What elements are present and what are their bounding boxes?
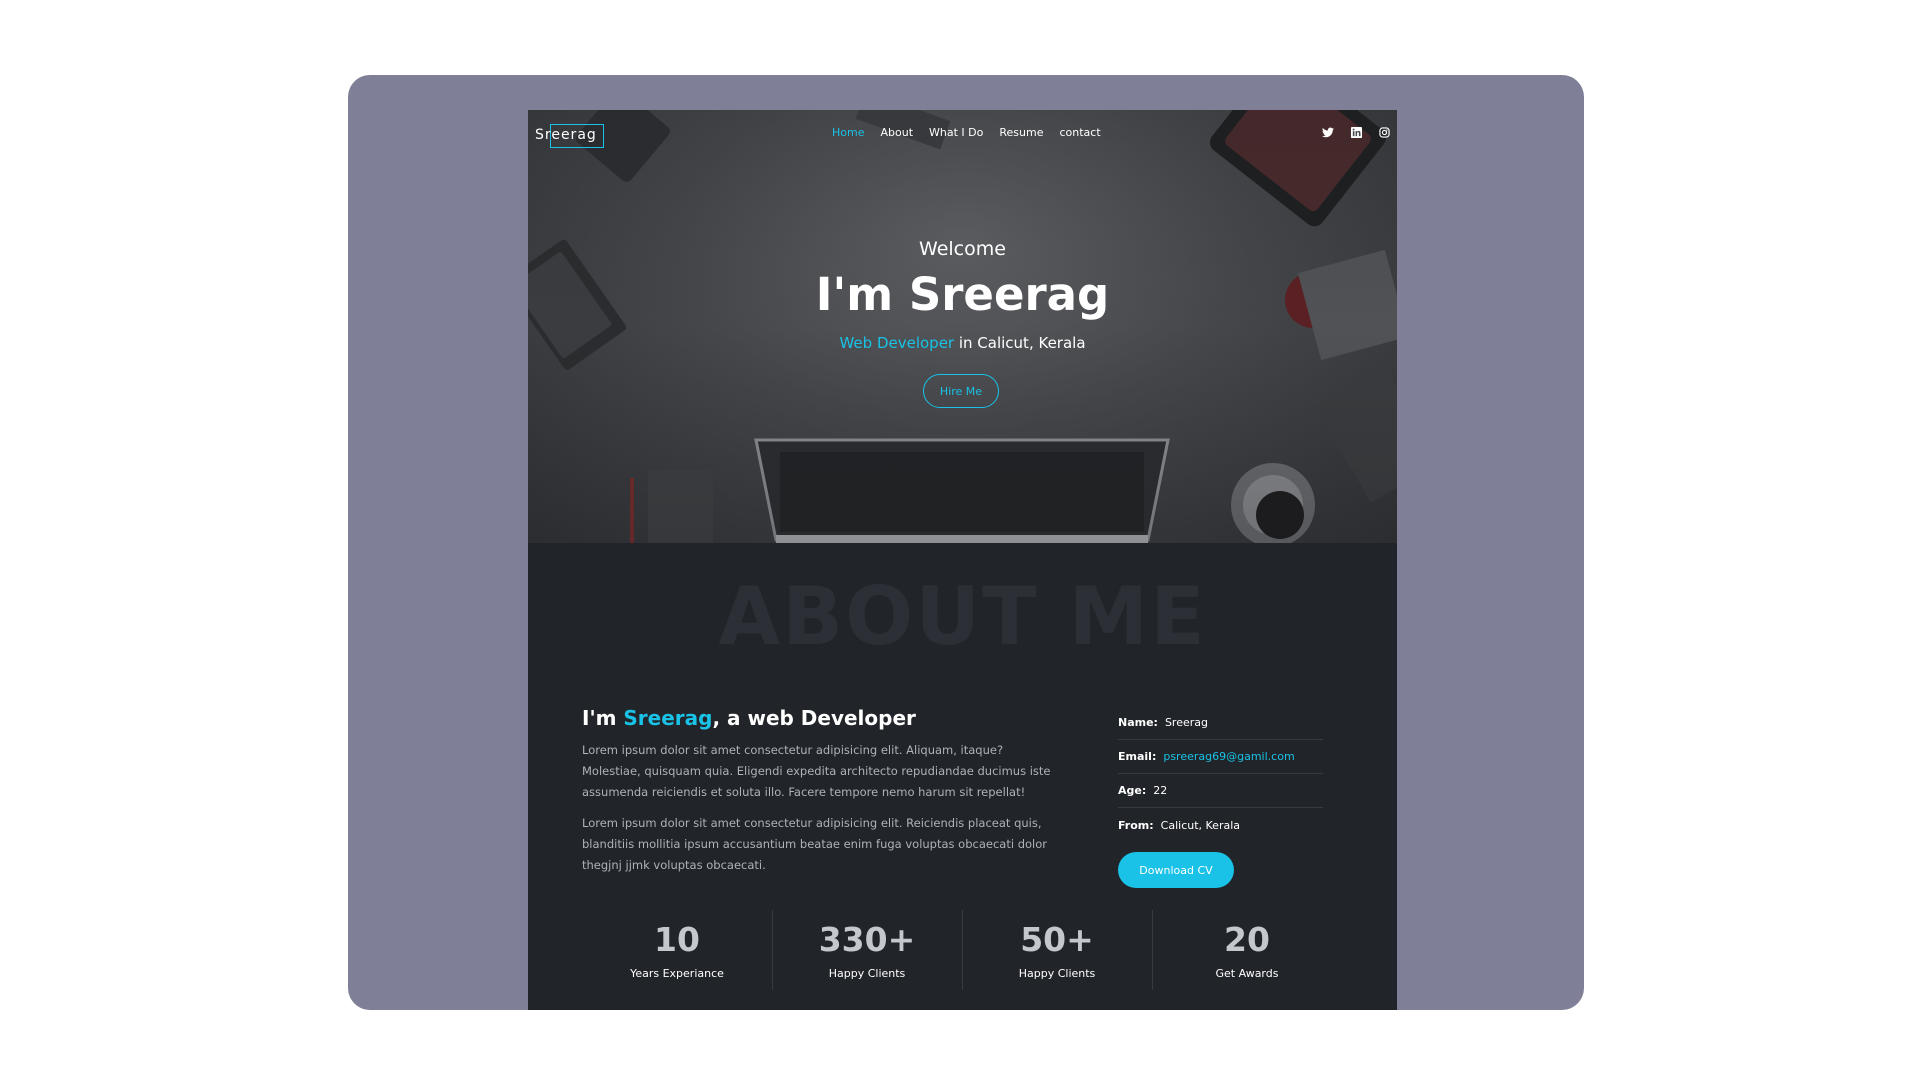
hero-welcome: Welcome	[919, 238, 1006, 260]
nav-about[interactable]: About	[880, 126, 913, 139]
nav-contact[interactable]: contact	[1059, 126, 1100, 139]
info-row-name: Name: Sreerag	[1118, 706, 1323, 740]
download-cv-button[interactable]: Download CV	[1118, 852, 1234, 888]
stats-row: 10 Years Experiance 330+ Happy Clients 5…	[582, 910, 1342, 990]
personal-info: Name: Sreerag Email: psreerag69@gamil.co…	[1118, 706, 1323, 842]
about-heading: I'm Sreerag, a web Developer	[582, 706, 916, 730]
nav-resume[interactable]: Resume	[999, 126, 1043, 139]
hero-section: Sreerag Home About What I Do Resume cont…	[528, 110, 1397, 543]
about-heading-prefix: I'm	[582, 706, 624, 730]
about-paragraph-2: Lorem ipsum dolor sit amet consectetur a…	[582, 816, 1047, 872]
stat-item: 50+ Happy Clients	[962, 910, 1152, 990]
hero-overlay	[528, 110, 1397, 543]
info-label: Name:	[1118, 716, 1158, 729]
hero-location: in Calicut, Kerala	[954, 334, 1086, 352]
info-row-from: From: Calicut, Kerala	[1118, 808, 1323, 842]
info-value: Calicut, Kerala	[1160, 818, 1241, 832]
info-label: Email:	[1118, 750, 1157, 763]
stat-number: 50+	[1020, 920, 1094, 959]
logo-text: Sreerag	[535, 127, 597, 143]
instagram-icon[interactable]	[1377, 125, 1391, 139]
hero-title: I'm Sreerag	[815, 268, 1110, 321]
stat-number: 20	[1224, 920, 1270, 959]
info-value: 22	[1153, 784, 1168, 797]
email-link[interactable]: psreerag69@gamil.com	[1163, 750, 1294, 763]
info-row-age: Age: 22	[1118, 774, 1323, 808]
linkedin-icon[interactable]	[1349, 125, 1363, 139]
stat-label: Happy Clients	[1018, 967, 1096, 980]
about-paragraph-1: Lorem ipsum dolor sit amet consectetur a…	[582, 743, 1051, 799]
twitter-icon[interactable]	[1321, 125, 1335, 139]
stat-label: Get Awards	[1215, 967, 1279, 980]
about-heading-name: Sreerag	[623, 706, 713, 730]
info-row-email: Email: psreerag69@gamil.com	[1118, 740, 1323, 774]
stat-item: 10 Years Experiance	[582, 910, 772, 990]
about-heading-suffix: , a web Developer	[712, 706, 916, 730]
hire-me-button[interactable]: Hire Me	[923, 374, 999, 408]
info-value: Sreerag	[1164, 716, 1208, 729]
main-nav: Home About What I Do Resume contact	[832, 126, 1101, 139]
stat-label: Happy Clients	[828, 967, 906, 980]
nav-what-i-do[interactable]: What I Do	[929, 126, 983, 139]
hero-subtitle: Web Developer in Calicut, Kerala	[528, 334, 1397, 352]
hero-role: Web Developer	[839, 334, 955, 352]
about-background-title: ABOUT ME	[718, 570, 1207, 663]
logo[interactable]: Sreerag	[535, 124, 604, 148]
stat-item: 330+ Happy Clients	[772, 910, 962, 990]
info-label: From:	[1118, 818, 1154, 832]
stat-label: Years Experiance	[630, 967, 724, 980]
info-label: Age:	[1118, 784, 1147, 797]
nav-home[interactable]: Home	[832, 126, 864, 139]
stat-number: 330+	[818, 920, 916, 959]
portfolio-site: Sreerag Home About What I Do Resume cont…	[528, 110, 1397, 1010]
social-links	[1321, 125, 1391, 139]
stat-item: 20 Get Awards	[1152, 910, 1342, 990]
stat-number: 10	[654, 920, 700, 959]
